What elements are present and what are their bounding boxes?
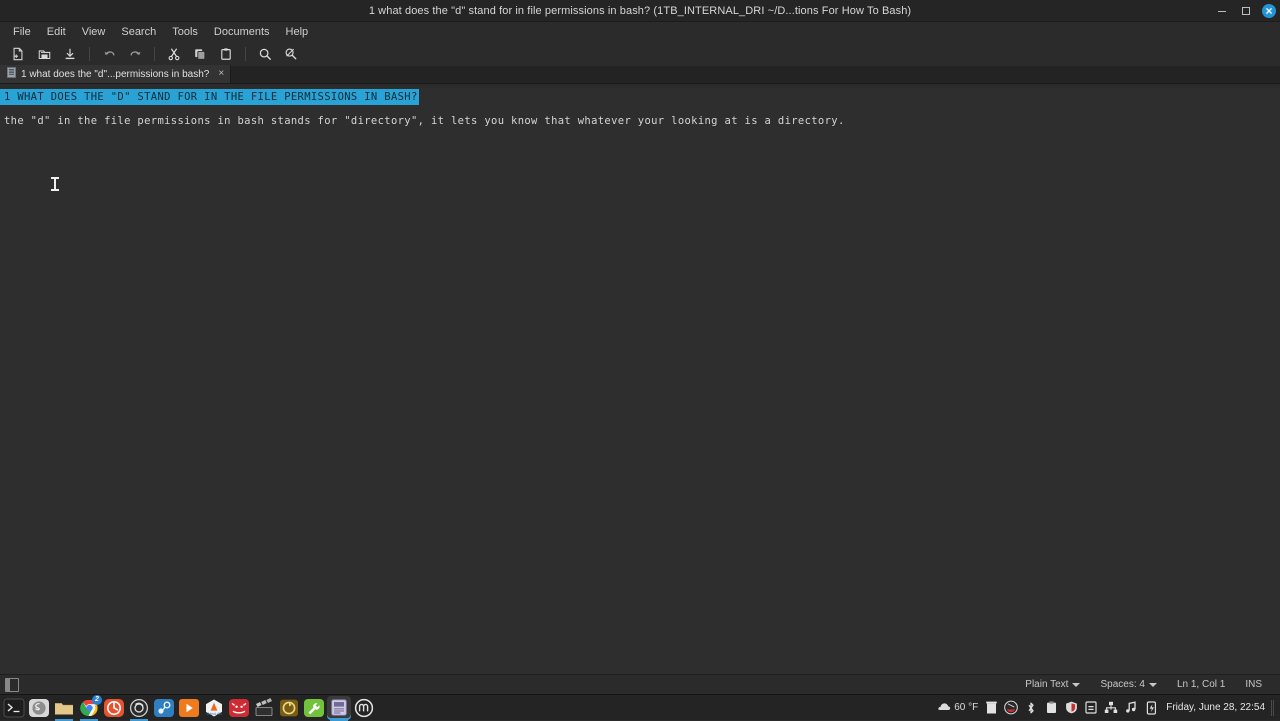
- redo-icon[interactable]: [123, 43, 147, 65]
- notes-icon[interactable]: [1084, 701, 1098, 715]
- side-panel-toggle-icon[interactable]: [5, 678, 19, 692]
- taskbar-item-obs-studio[interactable]: [127, 696, 151, 720]
- tab-label: 1 what does the "d"...permissions in bas…: [21, 69, 209, 80]
- editor-line-body[interactable]: the "d" in the file permissions in bash …: [0, 115, 845, 127]
- trash-icon[interactable]: [984, 701, 998, 715]
- taskbar-grip[interactable]: [1271, 700, 1274, 716]
- volume-music-icon[interactable]: [1124, 701, 1138, 715]
- taskbar-item-vlc-player[interactable]: VideoLAN: [202, 696, 226, 720]
- cloud-icon: [937, 701, 951, 715]
- svg-text:VideoLAN: VideoLAN: [206, 712, 222, 716]
- save-document-icon[interactable]: [58, 43, 82, 65]
- menu-item-documents[interactable]: Documents: [206, 24, 278, 40]
- statusbar: Plain Text Spaces: 4 Ln 1, Col 1 INS: [0, 674, 1280, 694]
- bluetooth-icon[interactable]: [1024, 701, 1038, 715]
- system-tray: 60 °F: [937, 700, 1280, 716]
- network-icon[interactable]: [1104, 701, 1118, 715]
- copy-icon[interactable]: [188, 43, 212, 65]
- taskbar-item-audacity-app[interactable]: [227, 696, 251, 720]
- undo-icon[interactable]: [97, 43, 121, 65]
- taskbar-item-messaging-app[interactable]: [27, 696, 51, 720]
- taskbar-clock[interactable]: Friday, June 28, 22:54: [1164, 702, 1265, 713]
- statusbar-right: Plain Text Spaces: 4 Ln 1, Col 1 INS: [1015, 679, 1280, 690]
- taskbar-item-tools-app[interactable]: [302, 696, 326, 720]
- taskbar: 2: [0, 694, 1280, 720]
- chevron-down-icon: [1072, 683, 1080, 687]
- taskbar-item-media-player[interactable]: [177, 696, 201, 720]
- menu-item-edit[interactable]: Edit: [39, 24, 74, 40]
- weather-temperature: 60 °F: [954, 702, 978, 713]
- menu-item-search[interactable]: Search: [113, 24, 164, 40]
- menu-item-help[interactable]: Help: [278, 24, 317, 40]
- window-title: 1 what does the "d" stand for in file pe…: [369, 5, 911, 17]
- taskbar-item-retro-app[interactable]: [277, 696, 301, 720]
- taskbar-item-chrome-browser[interactable]: 2: [77, 696, 101, 720]
- text-editor-area[interactable]: 1 WHAT DOES THE "D" STAND FOR IN THE FIL…: [0, 88, 1280, 674]
- weather-indicator[interactable]: 60 °F: [937, 701, 978, 715]
- notification-badge: 2: [92, 695, 102, 705]
- paste-icon[interactable]: [214, 43, 238, 65]
- taskbar-launchers: 2: [0, 696, 376, 720]
- find-icon[interactable]: [253, 43, 277, 65]
- cut-icon[interactable]: [162, 43, 186, 65]
- window-controls: ×: [1214, 0, 1276, 22]
- tab-close-icon[interactable]: ×: [218, 69, 224, 79]
- menu-item-view[interactable]: View: [74, 24, 114, 40]
- chevron-down-icon: [1149, 683, 1157, 687]
- taskbar-item-file-manager[interactable]: [52, 696, 76, 720]
- find-replace-icon[interactable]: [279, 43, 303, 65]
- taskbar-item-terminal[interactable]: [2, 696, 26, 720]
- open-document-icon[interactable]: [32, 43, 56, 65]
- window-titlebar: 1 what does the "d" stand for in file pe…: [0, 0, 1280, 22]
- editor-line-2-wrapper: the "d" in the file permissions in bash …: [0, 111, 1280, 129]
- power-icon[interactable]: [1144, 701, 1158, 715]
- taskbar-item-video-editor[interactable]: [252, 696, 276, 720]
- indentation-label: Spaces: 4: [1100, 679, 1144, 690]
- taskbar-item-firefox-browser[interactable]: [102, 696, 126, 720]
- close-button[interactable]: ×: [1262, 4, 1276, 18]
- system-app-icon[interactable]: [1004, 701, 1018, 715]
- cursor-position: Ln 1, Col 1: [1167, 679, 1235, 690]
- menu-item-tools[interactable]: Tools: [164, 24, 206, 40]
- toolbar: [0, 42, 1280, 66]
- statusbar-left: [0, 678, 19, 692]
- maximize-button[interactable]: [1238, 3, 1254, 19]
- indentation-selector[interactable]: Spaces: 4: [1090, 679, 1166, 690]
- new-document-icon[interactable]: [6, 43, 30, 65]
- clipboard-icon[interactable]: [1044, 701, 1058, 715]
- taskbar-item-linux-mint-menu[interactable]: [352, 696, 376, 720]
- toolbar-separator: [89, 47, 90, 61]
- menu-item-file[interactable]: File: [5, 24, 39, 40]
- shield-icon[interactable]: [1064, 701, 1078, 715]
- menubar: File Edit View Search Tools Documents He…: [0, 22, 1280, 42]
- language-selector[interactable]: Plain Text: [1015, 679, 1090, 690]
- editor-line-1-wrapper: 1 WHAT DOES THE "D" STAND FOR IN THE FIL…: [0, 88, 1280, 104]
- toolbar-separator: [154, 47, 155, 61]
- minimize-button[interactable]: [1214, 3, 1230, 19]
- taskbar-item-steam[interactable]: [152, 696, 176, 720]
- tab-document[interactable]: 1 what does the "d"...permissions in bas…: [0, 65, 231, 83]
- toolbar-separator: [245, 47, 246, 61]
- insert-mode-indicator: INS: [1235, 679, 1272, 690]
- editor-line-selected[interactable]: 1 WHAT DOES THE "D" STAND FOR IN THE FIL…: [0, 89, 419, 105]
- text-cursor-pointer-icon: [51, 176, 59, 193]
- taskbar-item-text-editor[interactable]: [327, 696, 351, 720]
- document-icon: [7, 67, 16, 81]
- tabbar: 1 what does the "d"...permissions in bas…: [0, 66, 1280, 84]
- language-label: Plain Text: [1025, 679, 1068, 690]
